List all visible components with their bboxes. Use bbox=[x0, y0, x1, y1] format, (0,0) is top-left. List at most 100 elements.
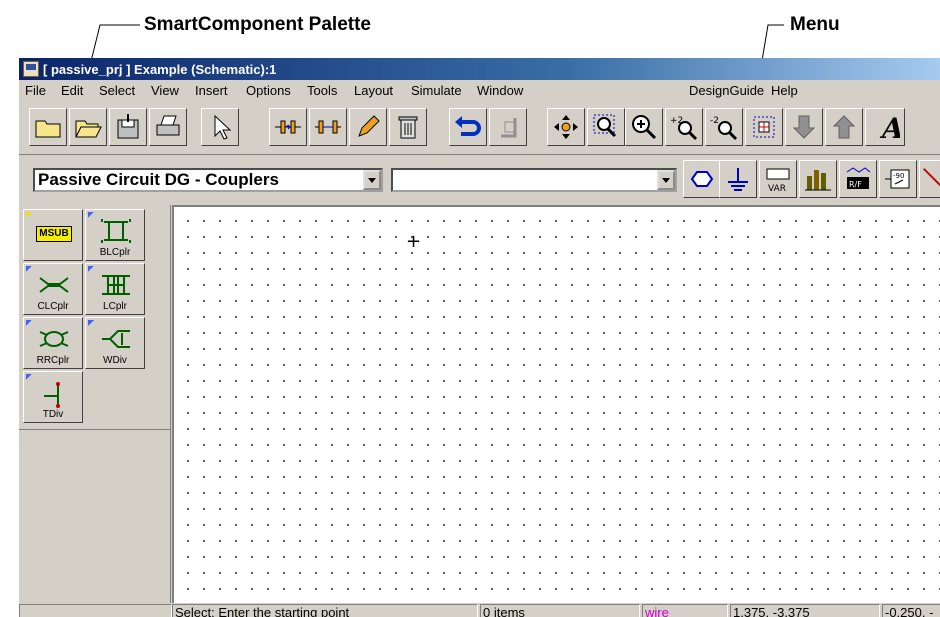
status-coordinates: 1.375, -3.375 bbox=[730, 604, 880, 617]
palette-item-label: WDiv bbox=[103, 355, 127, 366]
menu-designguide[interactable]: DesignGuide bbox=[689, 83, 764, 98]
open-button[interactable] bbox=[69, 108, 107, 146]
menu-window[interactable]: Window bbox=[477, 83, 523, 98]
palette-item-label: RRCplr bbox=[36, 355, 70, 366]
palette-item-label: TDiv bbox=[42, 409, 64, 420]
text-tool-icon: A bbox=[879, 112, 900, 142]
menu-insert[interactable]: Insert bbox=[195, 83, 228, 98]
menu-simulate[interactable]: Simulate bbox=[411, 83, 462, 98]
branchline-coupler-icon bbox=[101, 219, 131, 243]
palette-item-blcplr[interactable]: BLCplr bbox=[85, 209, 145, 261]
status-mode: wire bbox=[642, 604, 728, 617]
pan-button[interactable] bbox=[547, 108, 585, 146]
menu-view[interactable]: View bbox=[151, 83, 179, 98]
palette-flag-icon bbox=[26, 374, 32, 380]
wire-button[interactable] bbox=[919, 160, 940, 198]
palette-item-msub[interactable]: MSUB bbox=[23, 209, 83, 261]
main-toolbar: +2 -2 A bbox=[19, 104, 940, 152]
view-all-button[interactable] bbox=[745, 108, 783, 146]
delete-button[interactable] bbox=[389, 108, 427, 146]
smartcomponent-palette: MSUB BLCplr CLCplr LCplr RRCplr WDiv TDi… bbox=[19, 205, 171, 605]
move-arrows-icon bbox=[554, 115, 578, 139]
print-button[interactable] bbox=[149, 108, 187, 146]
svg-text:R/F: R/F bbox=[849, 180, 862, 189]
pop-up-icon bbox=[832, 115, 856, 139]
component-select[interactable] bbox=[391, 168, 677, 192]
zoom-area-icon bbox=[593, 114, 617, 138]
ground-icon bbox=[728, 168, 748, 191]
palette-select[interactable]: Passive Circuit DG - Couplers bbox=[33, 168, 383, 192]
port-button[interactable] bbox=[683, 160, 721, 198]
zoom-in-button[interactable] bbox=[625, 108, 663, 146]
status-coordinates-secondary: -0.250, - bbox=[882, 604, 940, 617]
palette-item-label: BLCplr bbox=[99, 247, 131, 258]
wilkinson-divider-icon bbox=[102, 330, 130, 348]
data-display-button[interactable]: R/F bbox=[839, 160, 877, 198]
menu-file[interactable]: File bbox=[25, 83, 46, 98]
schematic-canvas[interactable]: + bbox=[172, 205, 940, 603]
port-icon bbox=[690, 171, 714, 187]
var-button[interactable]: VAR bbox=[759, 160, 797, 198]
pop-hierarchy-button[interactable] bbox=[825, 108, 863, 146]
palette-item-rrcplr[interactable]: RRCplr bbox=[23, 317, 83, 369]
edit-component-button[interactable] bbox=[349, 108, 387, 146]
new-file-button[interactable] bbox=[29, 108, 67, 146]
palette-item-label: CLCplr bbox=[37, 301, 69, 312]
select-button[interactable] bbox=[201, 108, 239, 146]
svg-text:-90: -90 bbox=[893, 172, 904, 180]
palette-flag-icon bbox=[26, 266, 32, 272]
palette-divider bbox=[19, 429, 171, 430]
palette-item-tdiv[interactable]: TDiv bbox=[23, 371, 83, 423]
printer-icon bbox=[156, 115, 180, 136]
tee-divider-icon bbox=[44, 382, 60, 408]
menu-tools[interactable]: Tools bbox=[307, 83, 337, 98]
data-display-icon: R/F bbox=[846, 167, 871, 189]
menu-help[interactable]: Help bbox=[771, 83, 798, 98]
menu-edit[interactable]: Edit bbox=[61, 83, 83, 98]
simulate-bars-icon bbox=[805, 170, 831, 191]
menu-layout[interactable]: Layout bbox=[354, 83, 393, 98]
simulate-button[interactable] bbox=[799, 160, 837, 198]
window-titlebar[interactable]: [ passive_prj ] Example (Schematic):1 bbox=[19, 58, 940, 80]
menu-callout-label: Menu bbox=[790, 14, 840, 35]
ground-button[interactable] bbox=[719, 160, 757, 198]
zoom-out-button[interactable]: -2 bbox=[705, 108, 743, 146]
phase-shifter-button[interactable]: -90 bbox=[879, 160, 917, 198]
palette-flag-icon bbox=[26, 212, 32, 218]
component-swap-icon bbox=[315, 120, 341, 134]
new-folder-icon bbox=[35, 120, 61, 138]
redo-button[interactable] bbox=[489, 108, 527, 146]
palette-item-lcplr[interactable]: LCplr bbox=[85, 263, 145, 315]
component-insert-icon bbox=[275, 120, 301, 134]
palette-select-dropdown-icon[interactable] bbox=[363, 170, 381, 190]
svg-text:VAR: VAR bbox=[768, 184, 786, 194]
status-item-count: 0 items bbox=[480, 604, 640, 617]
push-hierarchy-button[interactable] bbox=[785, 108, 823, 146]
menu-options[interactable]: Options bbox=[246, 83, 291, 98]
text-button[interactable]: A bbox=[865, 108, 905, 146]
schematic-window: [ passive_prj ] Example (Schematic):1 Fi… bbox=[18, 58, 940, 617]
swap-component-button[interactable] bbox=[309, 108, 347, 146]
trash-can-icon bbox=[398, 116, 418, 139]
palette-flag-icon bbox=[88, 320, 94, 326]
crosshair-cursor-icon: + bbox=[406, 231, 422, 252]
var-icon: VAR bbox=[766, 168, 790, 194]
zoom-minus2-icon: -2 bbox=[710, 116, 738, 141]
svg-text:A: A bbox=[879, 112, 900, 142]
zoom-x2-button[interactable]: +2 bbox=[665, 108, 703, 146]
palette-item-clcplr[interactable]: CLCplr bbox=[23, 263, 83, 315]
palette-flag-icon bbox=[26, 320, 32, 326]
status-bar: Select: Enter the starting point 0 items… bbox=[19, 603, 940, 617]
save-button[interactable] bbox=[109, 108, 147, 146]
undo-button[interactable] bbox=[449, 108, 487, 146]
ratrace-coupler-icon bbox=[39, 331, 69, 347]
palette-item-wdiv[interactable]: WDiv bbox=[85, 317, 145, 369]
insert-component-button[interactable] bbox=[269, 108, 307, 146]
wire-line-icon bbox=[923, 168, 940, 187]
menu-select[interactable]: Select bbox=[99, 83, 135, 98]
zoom-area-button[interactable] bbox=[587, 108, 625, 146]
arrow-pointer-icon bbox=[214, 114, 232, 140]
svg-text:-2: -2 bbox=[710, 116, 719, 126]
component-select-dropdown-icon[interactable] bbox=[657, 170, 675, 190]
coupled-line-coupler-icon bbox=[39, 277, 69, 293]
